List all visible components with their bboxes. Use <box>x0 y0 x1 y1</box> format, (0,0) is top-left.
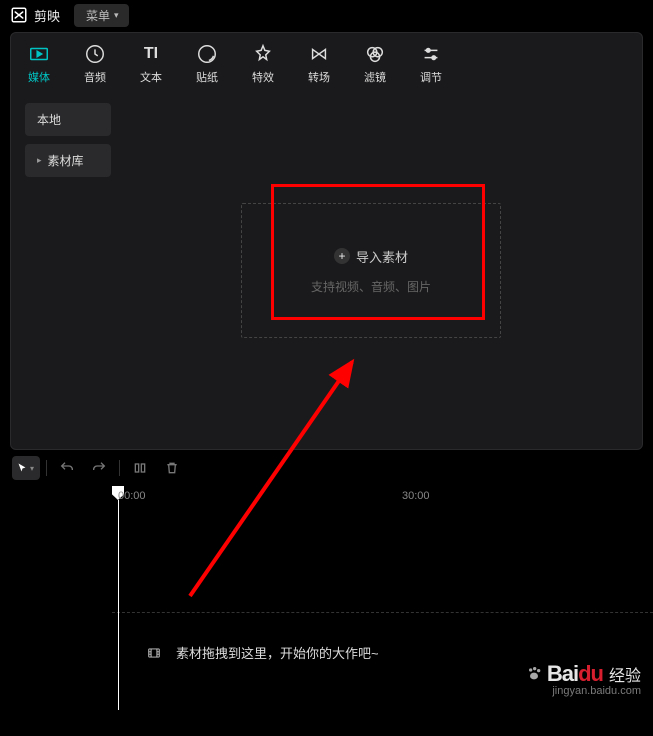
menu-label: 菜单 <box>86 7 110 24</box>
ruler-label: 00:00 <box>118 490 146 502</box>
import-label: 导入素材 <box>356 247 408 266</box>
chevron-down-icon: ▾ <box>114 10 119 21</box>
ruler-label: 30:00 <box>402 490 430 502</box>
tool-audio[interactable]: 音频 <box>67 37 123 93</box>
sidebar-item-label: 本地 <box>37 111 61 128</box>
separator <box>119 460 120 476</box>
app-logo: 剪映 <box>10 6 60 25</box>
media-icon <box>28 43 50 65</box>
sidebar-item-label: 素材库 <box>48 152 84 169</box>
timeline[interactable]: 00:00 30:00 素材拖拽到这里，开始你的大作吧~ <box>0 486 653 736</box>
timeline-ruler[interactable]: 00:00 30:00 <box>112 486 653 512</box>
jianying-logo-icon <box>10 6 28 24</box>
delete-button[interactable] <box>158 456 186 480</box>
timeline-controlbar: ▾ <box>0 450 653 486</box>
top-toolbar: 媒体 音频 TI 文本 贴纸 特效 转场 <box>11 37 642 93</box>
effect-icon <box>252 43 274 65</box>
film-icon <box>146 646 162 660</box>
adjust-icon <box>420 43 442 65</box>
tool-sticker[interactable]: 贴纸 <box>179 37 235 93</box>
tool-label: 特效 <box>252 69 274 85</box>
tool-label: 音频 <box>84 69 106 85</box>
sidebar-item-library[interactable]: ▸ 素材库 <box>25 144 111 177</box>
watermark-brand: Baidu <box>547 661 603 687</box>
import-support-text: 支持视频、音频、图片 <box>311 278 431 295</box>
split-button[interactable] <box>126 456 154 480</box>
title-bar: 剪映 菜单 ▾ <box>0 0 653 30</box>
tool-transition[interactable]: 转场 <box>291 37 347 93</box>
paw-icon <box>525 666 543 682</box>
text-icon: TI <box>140 43 162 65</box>
sticker-icon <box>196 43 218 65</box>
tool-label: 调节 <box>420 69 442 85</box>
tool-filter[interactable]: 滤镜 <box>347 37 403 93</box>
import-dropzone[interactable]: + 导入素材 支持视频、音频、图片 <box>241 203 501 338</box>
audio-icon <box>84 43 106 65</box>
separator <box>46 460 47 476</box>
tool-adjust[interactable]: 调节 <box>403 37 459 93</box>
media-sidebar: 本地 ▸ 素材库 <box>21 93 121 449</box>
tool-label: 媒体 <box>28 69 50 85</box>
track-drop-hint: 素材拖拽到这里，开始你的大作吧~ <box>112 613 653 662</box>
cursor-tool-button[interactable]: ▾ <box>12 456 40 480</box>
tool-label: 滤镜 <box>364 69 386 85</box>
menu-dropdown[interactable]: 菜单 ▾ <box>74 4 129 27</box>
watermark-url: jingyan.baidu.com <box>552 685 641 697</box>
playhead[interactable] <box>112 486 124 710</box>
undo-button[interactable] <box>53 456 81 480</box>
tool-text[interactable]: TI 文本 <box>123 37 179 93</box>
tool-label: 转场 <box>308 69 330 85</box>
media-panel: + 导入素材 支持视频、音频、图片 <box>121 93 632 449</box>
watermark-product: 经验 <box>609 662 641 686</box>
redo-button[interactable] <box>85 456 113 480</box>
plus-icon: + <box>334 248 350 264</box>
filter-icon <box>364 43 386 65</box>
transition-icon <box>308 43 330 65</box>
tool-effect[interactable]: 特效 <box>235 37 291 93</box>
tool-label: 文本 <box>140 69 162 85</box>
playhead-line <box>118 500 119 710</box>
tool-media[interactable]: 媒体 <box>11 37 67 93</box>
watermark: Baidu 经验 jingyan.baidu.com <box>525 661 641 697</box>
chevron-down-icon: ▾ <box>30 464 34 473</box>
app-name: 剪映 <box>34 6 60 25</box>
chevron-right-icon: ▸ <box>37 155 42 166</box>
sidebar-item-local[interactable]: 本地 <box>25 103 111 136</box>
tool-label: 贴纸 <box>196 69 218 85</box>
track-drop-text: 素材拖拽到这里，开始你的大作吧~ <box>176 643 379 662</box>
